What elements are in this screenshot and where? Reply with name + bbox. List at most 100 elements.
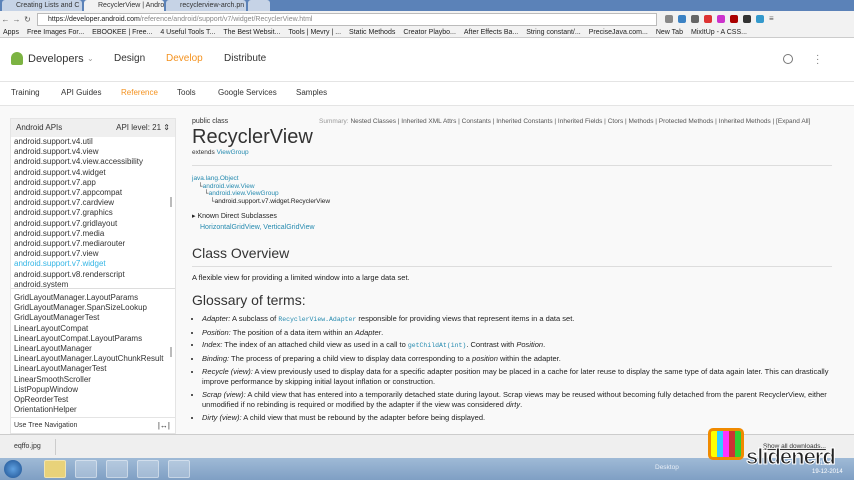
class-item[interactable]: LinearLayoutCompat.LayoutParams <box>14 334 175 344</box>
bookmark[interactable]: 4 Useful Tools T... <box>160 27 215 37</box>
subnav-reference[interactable]: Reference <box>121 88 158 97</box>
android-logo-icon[interactable] <box>11 52 23 65</box>
search-icon[interactable] <box>783 54 793 64</box>
class-item[interactable]: LinearLayoutManager <box>14 344 175 354</box>
package-item[interactable]: android.support.v7.cardview <box>14 198 175 208</box>
subnav-training[interactable]: Training <box>11 88 40 97</box>
subclass-links[interactable]: HorizontalGridView, VerticalGridView <box>192 224 832 231</box>
class-item[interactable]: GridLayoutManager.LayoutParams <box>14 293 175 303</box>
url-input[interactable]: https://developer.android.com/reference/… <box>37 12 657 26</box>
flickr-taskbar-icon[interactable] <box>137 460 159 478</box>
bookmark[interactable]: Static Methods <box>349 27 395 37</box>
extension-icon[interactable] <box>691 15 699 23</box>
extension-icon[interactable] <box>756 15 764 23</box>
browser-tab[interactable]: Creating Lists and C <box>2 0 82 11</box>
nav-distribute[interactable]: Distribute <box>224 53 266 64</box>
more-menu-icon[interactable]: · · · <box>816 51 819 69</box>
scrollbar[interactable] <box>170 197 172 207</box>
class-item[interactable]: GridLayoutManager.SpanSizeLookup <box>14 303 175 313</box>
summary-link[interactable]: Protected Methods <box>659 118 714 125</box>
summary-link[interactable]: Inherited XML Attrs <box>401 118 456 125</box>
package-item[interactable]: android.support.v7.widget <box>14 259 175 270</box>
package-item[interactable]: android.support.v8.renderscript <box>14 270 175 280</box>
package-item[interactable]: android.system <box>14 280 175 288</box>
class-item[interactable]: ListPopupWindow <box>14 385 175 395</box>
browser-tab[interactable]: recyclerview-arch.pn <box>166 0 246 11</box>
package-list[interactable]: android.support.v4.util android.support.v… <box>11 137 175 289</box>
chrome-taskbar-icon[interactable] <box>75 460 97 478</box>
class-item[interactable]: LinearLayoutManagerTest <box>14 364 175 374</box>
package-item[interactable]: android.support.v7.appcompat <box>14 188 175 198</box>
browser-tab-active[interactable]: RecyclerView | Andro <box>84 0 164 11</box>
class-item[interactable]: OrientationHelper <box>14 405 175 415</box>
api-level-select[interactable]: API level: 21 ⇕ <box>116 119 170 137</box>
summary-link[interactable]: Ctors <box>608 118 624 125</box>
bookmark[interactable]: PreciseJava.com... <box>589 27 648 37</box>
chevron-down-icon[interactable]: ⌄ <box>87 54 94 63</box>
bookmark[interactable]: Creator Playbo... <box>403 27 456 37</box>
android-studio-taskbar-icon[interactable] <box>106 460 128 478</box>
class-list[interactable]: GridLayoutManager.LayoutParams GridLayout… <box>11 289 175 415</box>
code-link[interactable]: getChildAt(int) <box>408 342 467 349</box>
new-tab-button[interactable] <box>248 0 270 11</box>
start-button-icon[interactable] <box>4 460 22 478</box>
bookmark[interactable]: New Tab <box>656 27 683 37</box>
class-item[interactable]: OpReorderTest <box>14 395 175 405</box>
reload-icon[interactable]: ↻ <box>22 15 33 24</box>
summary-link[interactable]: Inherited Methods <box>719 118 771 125</box>
summary-link[interactable]: Inherited Constants <box>496 118 552 125</box>
bookmark[interactable]: Free Images For... <box>27 27 84 37</box>
code-link[interactable]: RecyclerView.Adapter <box>278 316 356 323</box>
subnav-api-guides[interactable]: API Guides <box>61 88 101 97</box>
hierarchy-link[interactable]: java.lang.Object <box>192 175 239 182</box>
summary-link[interactable]: Nested Classes <box>350 118 396 125</box>
class-item[interactable]: LinearLayoutCompat <box>14 324 175 334</box>
package-item[interactable]: android.support.v7.graphics <box>14 208 175 218</box>
use-tree-navigation-link[interactable]: Use Tree Navigation <box>14 422 77 429</box>
nav-design[interactable]: Design <box>114 53 145 64</box>
extension-icon[interactable] <box>730 15 738 23</box>
hierarchy-link[interactable]: android.view.View <box>203 183 255 190</box>
package-item[interactable]: android.support.v7.gridlayout <box>14 219 175 229</box>
package-item[interactable]: android.support.v7.view <box>14 249 175 259</box>
summary-link[interactable]: [Expand All] <box>776 118 810 125</box>
summary-link[interactable]: Methods <box>629 118 654 125</box>
download-item[interactable]: eqffo.jpg <box>4 439 56 455</box>
bookmark[interactable]: EBOOKEE | Free... <box>92 27 152 37</box>
brand-link[interactable]: Developers <box>28 53 84 65</box>
package-item[interactable]: android.support.v7.app <box>14 178 175 188</box>
extension-icon[interactable] <box>678 15 686 23</box>
known-subclasses-toggle[interactable]: ▸ Known Direct Subclasses <box>192 212 832 220</box>
package-item[interactable]: android.support.v4.util <box>14 137 175 147</box>
extension-icon[interactable] <box>665 15 673 23</box>
back-icon[interactable]: ← <box>0 15 11 24</box>
extension-icon[interactable] <box>717 15 725 23</box>
collapse-sidebar-icon[interactable]: |↔| <box>158 418 170 434</box>
class-item[interactable]: GridLayoutManagerTest <box>14 313 175 323</box>
nav-develop[interactable]: Develop <box>166 53 203 64</box>
package-item[interactable]: android.support.v4.widget <box>14 168 175 178</box>
subnav-tools[interactable]: Tools <box>177 88 196 97</box>
bookmark[interactable]: The Best Websit... <box>223 27 280 37</box>
package-item[interactable]: android.support.v4.view <box>14 147 175 157</box>
scrollbar[interactable] <box>170 347 172 357</box>
camtasia-taskbar-icon[interactable] <box>168 460 190 478</box>
extension-icon[interactable] <box>704 15 712 23</box>
package-item[interactable]: android.support.v4.view.accessibility <box>14 157 175 167</box>
chrome-menu-icon[interactable]: ≡ <box>769 15 777 23</box>
bookmark[interactable]: Apps <box>3 27 19 37</box>
hierarchy-link[interactable]: android.view.ViewGroup <box>209 190 279 197</box>
desktop-toolbar[interactable]: Desktop <box>655 464 679 471</box>
forward-icon[interactable]: → <box>11 15 22 24</box>
bookmark[interactable]: After Effects Ba... <box>464 27 518 37</box>
class-item[interactable]: LinearSmoothScroller <box>14 375 175 385</box>
package-item[interactable]: android.support.v7.mediarouter <box>14 239 175 249</box>
subnav-samples[interactable]: Samples <box>296 88 327 97</box>
summary-link[interactable]: Constants <box>462 118 491 125</box>
class-item[interactable]: LinearLayoutManager.LayoutChunkResult <box>14 354 175 364</box>
bookmark[interactable]: String constant/... <box>526 27 580 37</box>
extends-link[interactable]: ViewGroup <box>217 149 249 156</box>
extension-icon[interactable] <box>743 15 751 23</box>
subnav-google-services[interactable]: Google Services <box>218 88 277 97</box>
package-item[interactable]: android.support.v7.media <box>14 229 175 239</box>
